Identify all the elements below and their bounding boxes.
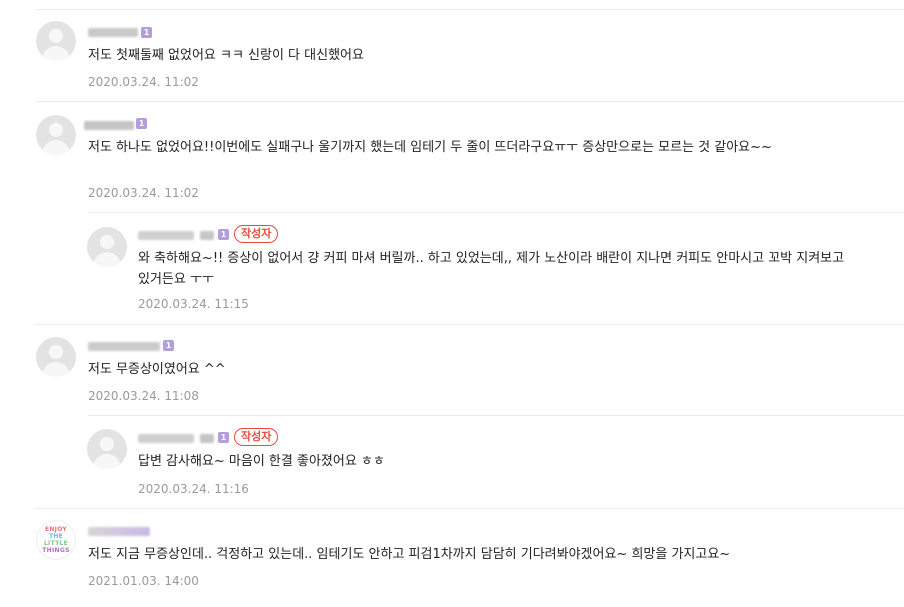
divider <box>88 415 904 416</box>
comment-date: 2020.03.24. 11:02 <box>88 186 199 200</box>
logo-word: ENJOY <box>44 526 68 533</box>
nickname[interactable] <box>138 433 214 444</box>
default-profile-icon[interactable] <box>36 21 76 61</box>
nickname[interactable] <box>138 230 214 241</box>
level-badge: 1 <box>141 27 152 38</box>
author-badge: 작성자 <box>234 225 279 243</box>
logo-word: LITTLE <box>43 540 69 547</box>
comment-text: 답변 감사해요~ 마음이 한결 좋아졌어요 ㅎㅎ <box>138 454 385 469</box>
logo-word: THE <box>48 533 64 540</box>
comment-text: 저도 지금 무증상인데.. 걱정하고 있는데.. 임테기도 안하고 피검1차까지… <box>88 547 731 562</box>
comment-text: 저도 무증상이였어요 ^^ <box>88 362 226 377</box>
divider <box>36 9 904 10</box>
level-badge: 1 <box>218 229 229 240</box>
nickname[interactable] <box>88 341 160 352</box>
default-profile-icon[interactable] <box>36 337 76 377</box>
author-badge: 작성자 <box>234 428 279 446</box>
comment-date: 2020.03.24. 11:02 <box>88 75 199 89</box>
nickname[interactable] <box>88 27 138 38</box>
default-profile-icon[interactable] <box>36 115 76 155</box>
divider <box>88 212 904 213</box>
default-profile-icon[interactable] <box>87 227 127 267</box>
logo-word: THINGS <box>42 547 70 554</box>
level-badge: 1 <box>218 432 229 443</box>
comment-date: 2021.01.03. 14:00 <box>88 574 199 588</box>
default-profile-icon[interactable] <box>87 429 127 469</box>
comment-date: 2020.03.24. 11:16 <box>138 482 249 496</box>
comment-date: 2020.03.24. 11:15 <box>138 297 249 311</box>
nickname[interactable] <box>84 120 134 131</box>
nickname[interactable] <box>88 526 150 537</box>
level-badge: 1 <box>163 340 174 351</box>
comment-text: 저도 하나도 없었어요!!이번에도 실패구나 울기까지 했는데 임테기 두 줄이… <box>88 140 772 155</box>
level-badge: 1 <box>136 118 147 129</box>
divider <box>36 508 904 509</box>
divider <box>36 324 904 325</box>
enjoy-the-little-things-logo[interactable]: ENJOY THE LITTLE THINGS <box>36 520 76 560</box>
comment-text: 와 축하해요~!! 증상이 없어서 걍 커피 마셔 버릴까.. 하고 있었는데,… <box>138 251 849 287</box>
divider <box>36 101 904 102</box>
comment-date: 2020.03.24. 11:08 <box>88 389 199 403</box>
comment-text: 저도 첫째둘째 없었어요 ㅋㅋ 신랑이 다 대신했어요 <box>88 48 364 63</box>
